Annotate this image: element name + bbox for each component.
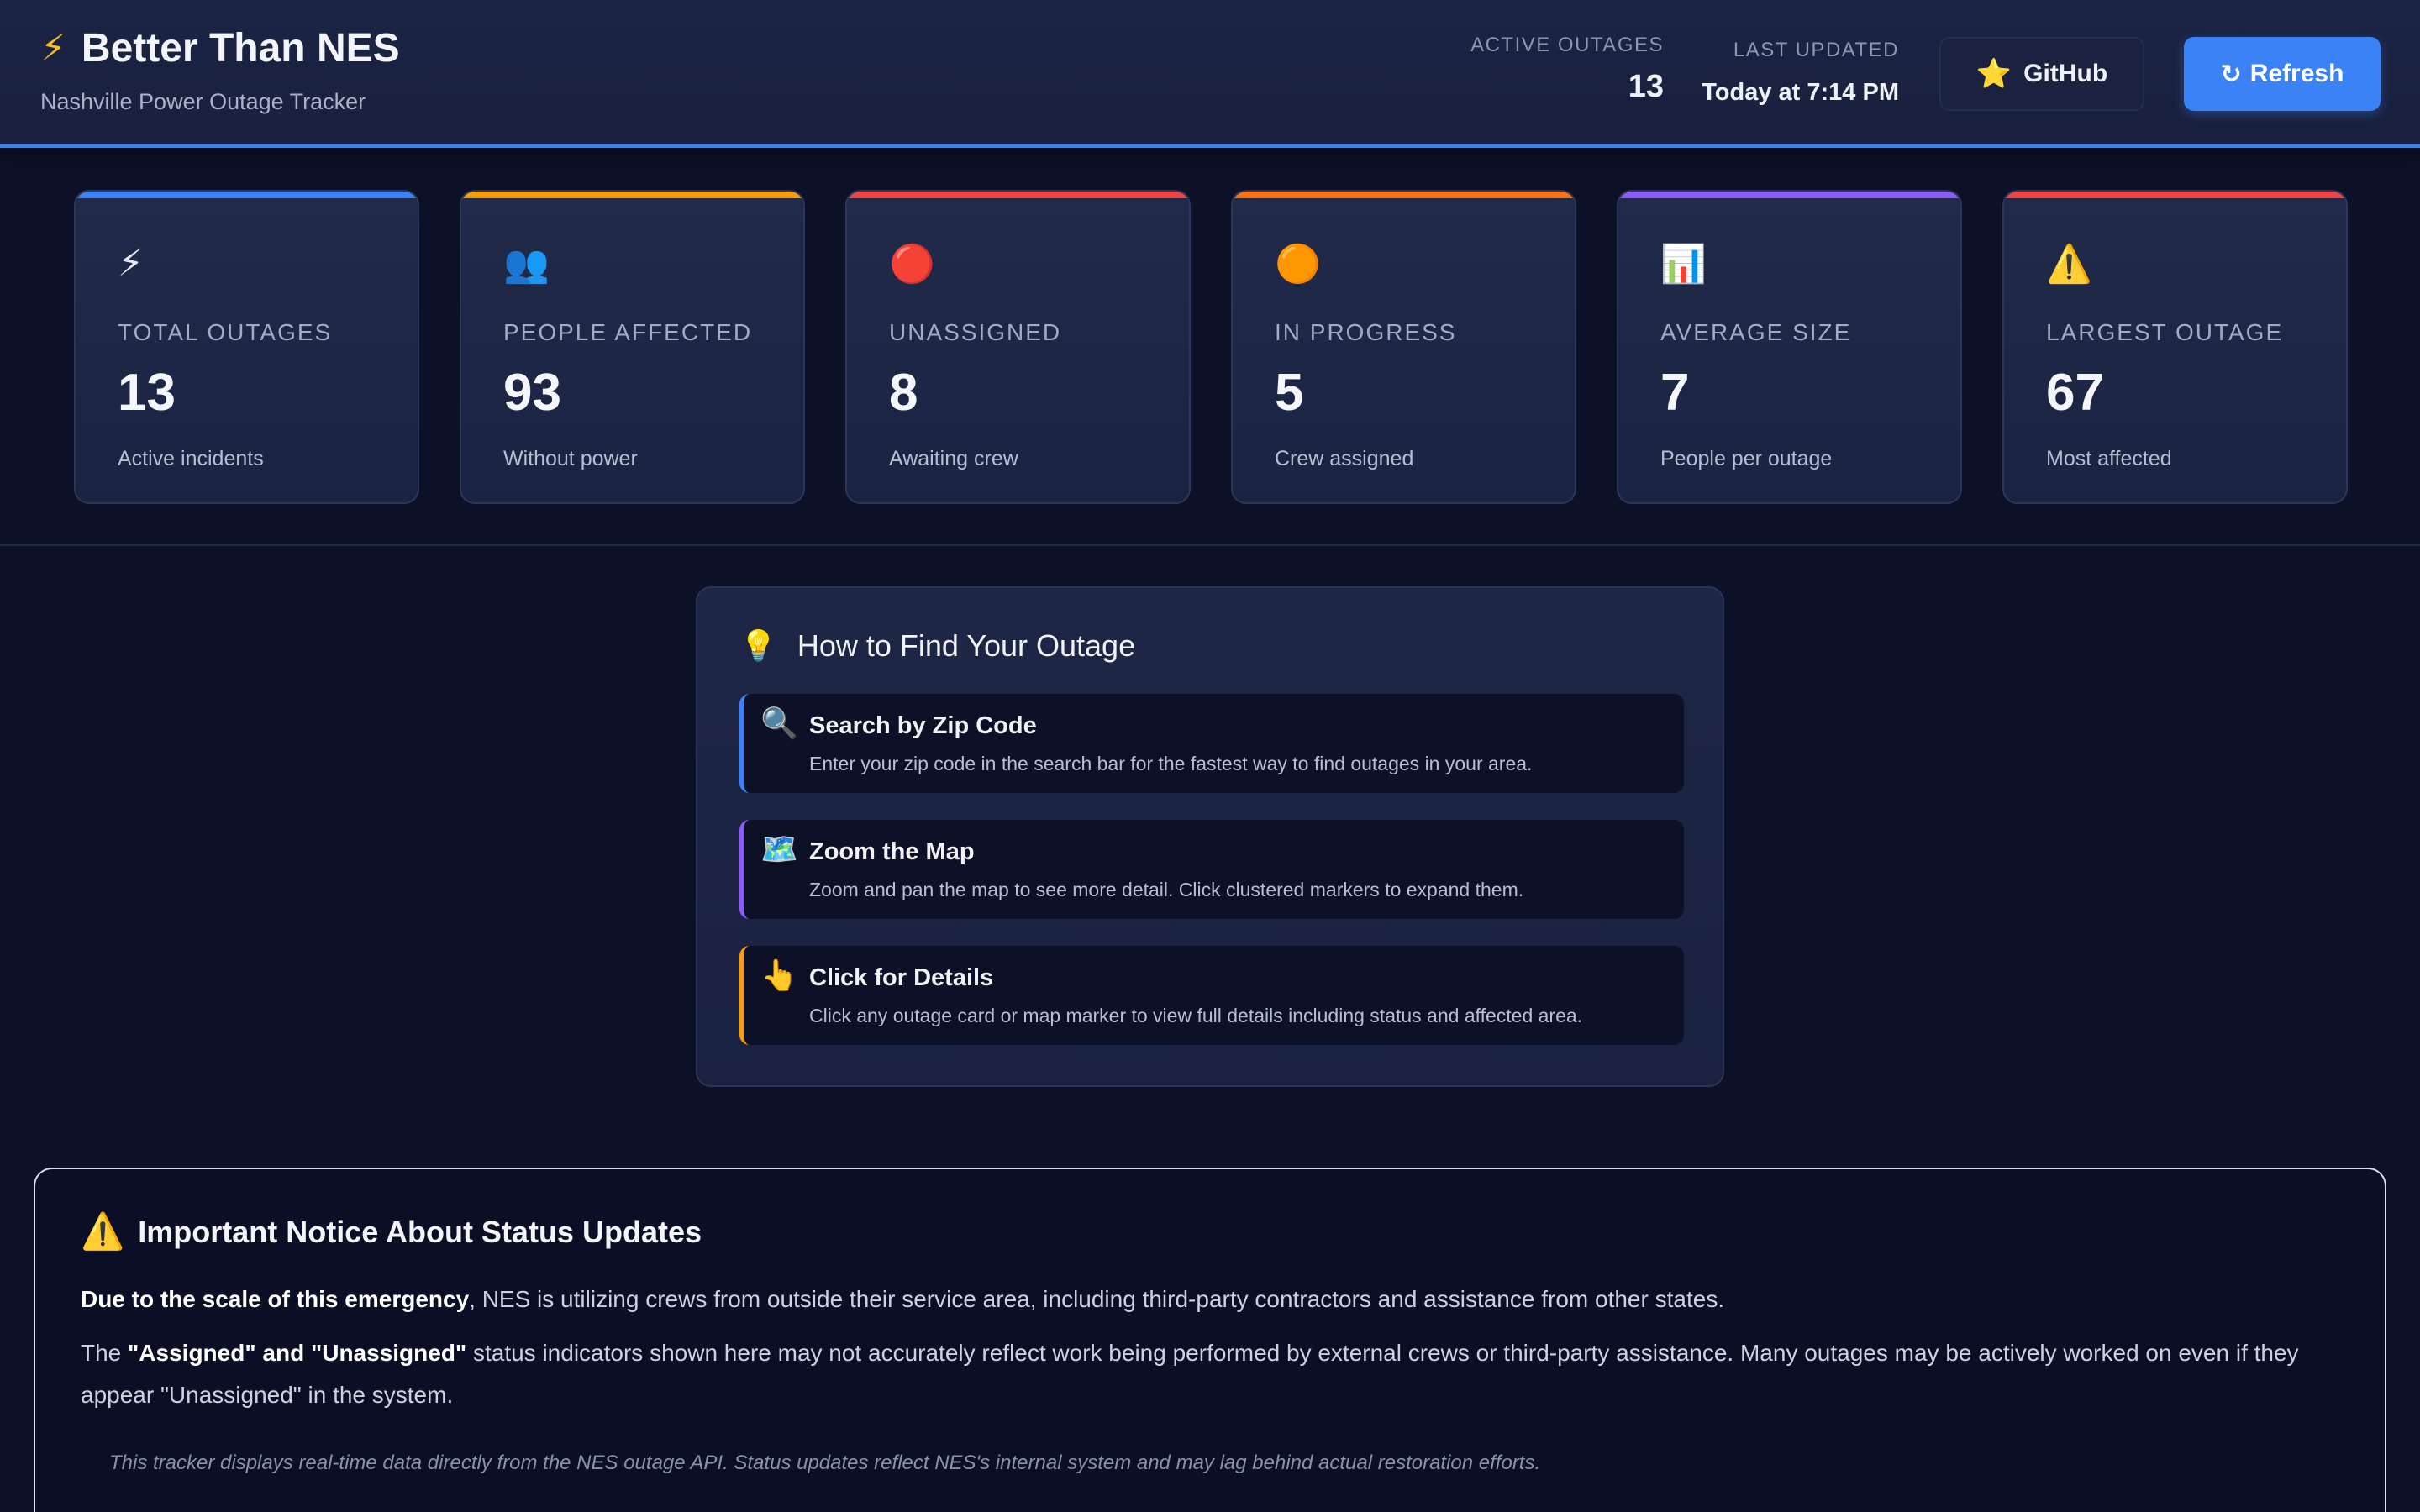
people-icon: 👥 [503, 244, 550, 285]
refresh-icon: ↻ [2220, 60, 2242, 88]
tip-title: Click for Details [809, 964, 994, 991]
lightning-icon: ⚡ [40, 28, 66, 69]
magnifier-icon: 🔍 [760, 706, 798, 740]
notice-emphasis: "Assigned" and "Unassigned" [128, 1340, 467, 1366]
refresh-button[interactable]: ↻ Refresh [2184, 37, 2381, 111]
notice-paragraph-1: Due to the scale of this emergency, NES … [81, 1282, 2349, 1317]
pointing-hand-icon: 👆 [760, 958, 798, 992]
stat-card-subtext: People per outage [1660, 447, 1833, 470]
warning-icon: ⚠️ [81, 1211, 125, 1251]
stat-card-subtext: Most affected [2046, 447, 2172, 470]
how-to-panel: 💡 How to Find Your Outage 🔍 Search by Zi… [696, 586, 1724, 1087]
tip-zoom-map: 🗺️ Zoom the Map Zoom and pan the map to … [739, 820, 1684, 919]
active-outages-value: 13 [1628, 69, 1664, 104]
notice-title-text: Important Notice About Status Updates [138, 1214, 702, 1249]
stats-cards: ⚡ TOTAL OUTAGES 13 Active incidents 👥 PE… [74, 190, 2348, 504]
active-outages-label: ACTIVE OUTAGES [1470, 34, 1664, 56]
tip-description: Enter your zip code in the search bar fo… [809, 753, 1533, 774]
stat-card-subtext: Active incidents [118, 447, 264, 470]
stat-card-value: 93 [503, 364, 561, 422]
bar-chart-icon: 📊 [1660, 244, 1707, 285]
stat-card-label: LARGEST OUTAGE [2046, 319, 2284, 345]
notice-text: The [81, 1340, 129, 1366]
notice-paragraph-2: The "Assigned" and "Unassigned" status i… [81, 1332, 2349, 1416]
tip-description: Click any outage card or map marker to v… [809, 1005, 1583, 1026]
stat-card-people-affected: 👥 PEOPLE AFFECTED 93 Without power [460, 190, 805, 504]
refresh-button-label: Refresh [2249, 60, 2344, 87]
lightning-icon: ⚡ [118, 243, 144, 284]
stat-card-total-outages: ⚡ TOTAL OUTAGES 13 Active incidents [74, 190, 419, 504]
app-title: Better Than NES [81, 26, 400, 71]
stat-card-label: IN PROGRESS [1275, 319, 1457, 345]
lightbulb-icon: 💡 [739, 628, 777, 663]
notice-title: ⚠️ Important Notice About Status Updates [81, 1211, 702, 1252]
github-button[interactable]: ⭐ GitHub [1939, 37, 2144, 111]
notice-emphasis: Due to the scale of this emergency [81, 1286, 470, 1312]
stat-card-value: 67 [2046, 364, 2104, 422]
stat-card-label: UNASSIGNED [889, 319, 1062, 345]
stat-card-subtext: Crew assigned [1275, 447, 1414, 470]
section-divider [0, 544, 2420, 546]
map-icon: 🗺️ [760, 832, 798, 866]
tip-title: Search by Zip Code [809, 712, 1037, 739]
stat-card-subtext: Awaiting crew [889, 447, 1018, 470]
stat-card-label: AVERAGE SIZE [1660, 319, 1852, 345]
how-to-title: 💡 How to Find Your Outage [739, 628, 1135, 664]
stat-card-unassigned: 🔴 UNASSIGNED 8 Awaiting crew [845, 190, 1191, 504]
stat-card-in-progress: 🟠 IN PROGRESS 5 Crew assigned [1231, 190, 1576, 504]
orange-circle-icon: 🟠 [1275, 244, 1321, 285]
warning-icon: ⚠️ [2046, 244, 2092, 285]
stat-card-label: PEOPLE AFFECTED [503, 319, 753, 345]
star-icon: ⭐ [1975, 58, 2012, 90]
tip-search-zip: 🔍 Search by Zip Code Enter your zip code… [739, 694, 1684, 793]
stat-card-average-size: 📊 AVERAGE SIZE 7 People per outage [1617, 190, 1962, 504]
app-subtitle: Nashville Power Outage Tracker [40, 89, 366, 114]
stat-card-value: 13 [118, 364, 176, 422]
github-button-label: GitHub [2023, 60, 2108, 87]
notice-text: , NES is utilizing crews from outside th… [469, 1286, 1725, 1312]
red-circle-icon: 🔴 [889, 244, 935, 285]
how-to-title-text: How to Find Your Outage [797, 628, 1136, 663]
last-updated-label: LAST UPDATED [1733, 39, 1899, 61]
stat-card-subtext: Without power [503, 447, 638, 470]
stat-card-label: TOTAL OUTAGES [118, 319, 333, 345]
brand-title: ⚡ Better Than NES [40, 25, 400, 71]
tip-title: Zoom the Map [809, 838, 975, 865]
stat-card-value: 5 [1275, 364, 1304, 422]
tip-click-details: 👆 Click for Details Click any outage car… [739, 946, 1684, 1045]
last-updated-stat: LAST UPDATED Today at 7:14 PM [1702, 39, 1899, 107]
app-header: ⚡ Better Than NES Nashville Power Outage… [0, 0, 2420, 148]
stat-card-value: 8 [889, 364, 918, 422]
tip-description: Zoom and pan the map to see more detail.… [809, 879, 1524, 900]
status-notice: ⚠️ Important Notice About Status Updates… [34, 1168, 2386, 1512]
active-outages-stat: ACTIVE OUTAGES 13 [1470, 34, 1664, 105]
last-updated-value: Today at 7:14 PM [1702, 79, 1899, 106]
stat-card-value: 7 [1660, 364, 1690, 422]
stat-card-largest-outage: ⚠️ LARGEST OUTAGE 67 Most affected [2002, 190, 2348, 504]
notice-footnote: This tracker displays real-time data dir… [109, 1452, 1541, 1474]
